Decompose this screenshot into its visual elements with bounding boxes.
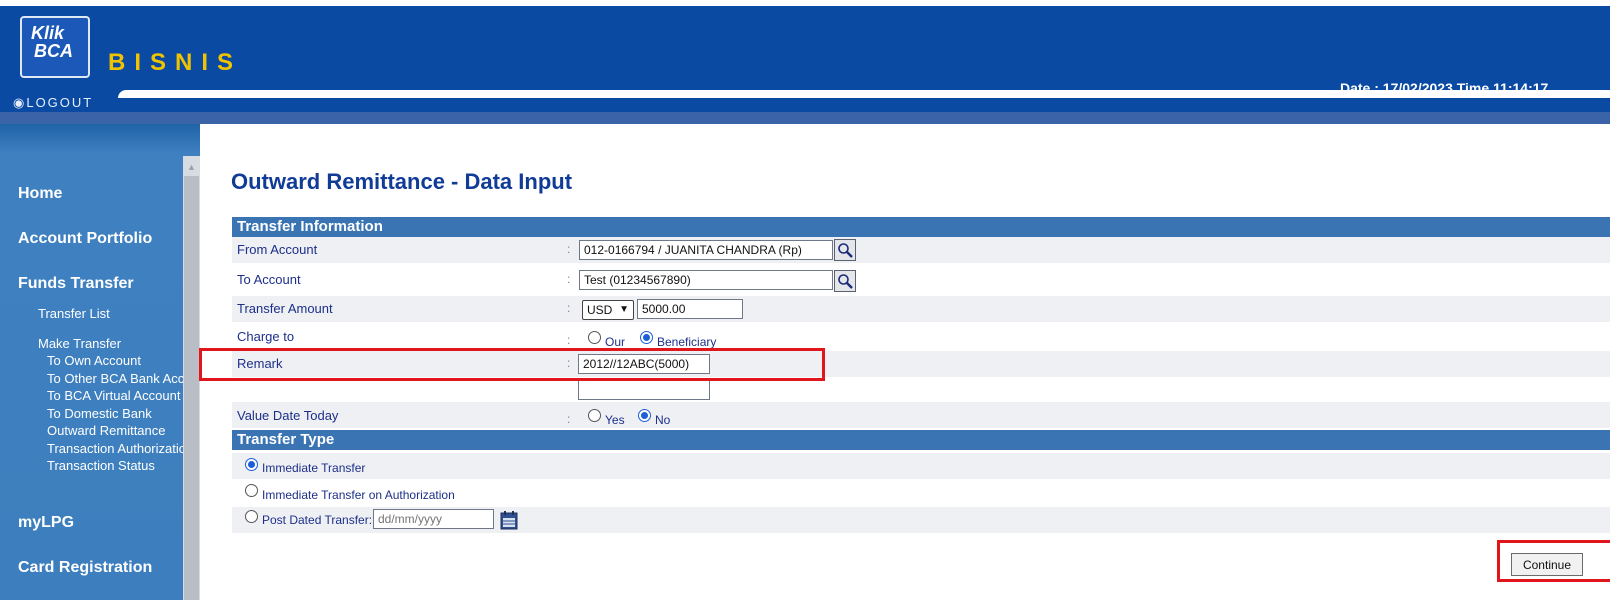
- sidebar-item-funds-transfer[interactable]: Funds Transfer: [18, 275, 134, 293]
- value-date-yes-radio[interactable]: [588, 409, 601, 422]
- separator: :: [567, 301, 571, 315]
- header-band: [0, 112, 1610, 124]
- transfer-amount-field[interactable]: 5000.00: [637, 299, 743, 319]
- separator: :: [567, 333, 571, 347]
- to-account-row: To Account :: [232, 267, 1610, 293]
- logout-link[interactable]: ◉LOGOUT: [13, 95, 93, 111]
- klikbca-logo: Klik BCA: [20, 16, 90, 78]
- scroll-up-icon[interactable]: ▲: [183, 160, 200, 174]
- charge-to-label: Charge to: [237, 329, 295, 344]
- charge-our-radio[interactable]: [588, 331, 601, 344]
- sidebar-item-transfer-list[interactable]: Transfer List: [38, 306, 110, 321]
- logout-label: LOGOUT: [26, 95, 94, 110]
- from-account-search-button[interactable]: [834, 239, 856, 261]
- charge-beneficiary-radio[interactable]: [640, 331, 653, 344]
- post-dated-radio[interactable]: [245, 510, 258, 523]
- scrollbar-thumb[interactable]: [184, 176, 199, 600]
- sidebar-item-to-bca-virtual[interactable]: To BCA Virtual Account: [47, 388, 183, 403]
- immediate-transfer-radio[interactable]: [245, 458, 258, 471]
- immediate-on-auth-radio[interactable]: [245, 484, 258, 497]
- value-date-label: Value Date Today: [237, 408, 339, 423]
- separator: :: [567, 242, 571, 256]
- to-account-label: To Account: [237, 272, 301, 287]
- logo-text-bca: BCA: [34, 41, 73, 61]
- transfer-amount-label: Transfer Amount: [237, 301, 333, 316]
- transfer-amount-row: Transfer Amount :: [232, 296, 1610, 322]
- sidebar-item-transaction-status[interactable]: Transaction Status: [47, 458, 183, 473]
- to-account-search-button[interactable]: [834, 270, 856, 292]
- remark-field-2[interactable]: [578, 380, 710, 400]
- post-dated-label: Post Dated Transfer:: [262, 513, 373, 527]
- sidebar: ▲ Home Account Portfolio Funds Transfer …: [0, 124, 200, 600]
- charge-our-label: Our: [605, 335, 626, 349]
- value-date-no-label: No: [655, 413, 671, 427]
- header-curve: [118, 90, 1610, 98]
- charge-to-row: Charge to :: [232, 324, 1610, 350]
- sidebar-item-make-transfer[interactable]: Make Transfer: [38, 336, 121, 351]
- logo-text-klik: Klik: [31, 23, 65, 43]
- immediate-on-auth-label: Immediate Transfer on Authorization: [262, 488, 455, 502]
- brand-title: BISNIS: [108, 49, 243, 76]
- sidebar-item-home[interactable]: Home: [18, 185, 62, 203]
- header-bar: Klik BCA BISNIS Date : 17/02/2023 Time 1…: [0, 6, 1610, 96]
- immediate-transfer-label: Immediate Transfer: [262, 461, 366, 475]
- sidebar-item-card-registration[interactable]: Card Registration: [18, 559, 152, 577]
- currency-select[interactable]: USD ▼: [582, 300, 634, 320]
- magnifier-icon: [838, 243, 853, 258]
- sidebar-item-mylpg[interactable]: myLPG: [18, 514, 74, 532]
- value-date-yes-label: Yes: [605, 413, 625, 427]
- sidebar-scrollbar[interactable]: ▲: [183, 156, 200, 600]
- magnifier-icon: [838, 274, 853, 289]
- sidebar-item-outward-remittance[interactable]: Outward Remittance: [47, 423, 183, 438]
- separator: :: [567, 412, 571, 426]
- power-icon: ◉: [13, 95, 27, 110]
- charge-beneficiary-label: Beneficiary: [657, 335, 717, 349]
- currency-value: USD: [587, 303, 613, 317]
- value-date-no-radio[interactable]: [638, 409, 651, 422]
- value-date-row: Value Date Today :: [232, 402, 1610, 428]
- transfer-information-heading: Transfer Information: [232, 217, 1610, 237]
- from-account-label: From Account: [237, 242, 318, 257]
- remark-highlight-box: [199, 348, 825, 381]
- sidebar-item-transaction-authorization[interactable]: Transaction Authorization: [47, 441, 183, 456]
- continue-button[interactable]: Continue: [1511, 553, 1583, 576]
- transfer-type-heading: Transfer Type: [232, 430, 1610, 450]
- from-account-row: From Account :: [232, 237, 1610, 263]
- post-dated-date-input[interactable]: [373, 509, 494, 529]
- separator: :: [567, 272, 571, 286]
- chevron-down-icon: ▼: [619, 304, 629, 315]
- sidebar-item-to-own-account[interactable]: To Own Account: [47, 353, 183, 368]
- from-account-field[interactable]: 012-0166794 / JUANITA CHANDRA (Rp): [579, 240, 833, 260]
- sidebar-item-account-portfolio[interactable]: Account Portfolio: [18, 230, 152, 248]
- page-title: Outward Remittance - Data Input: [231, 169, 573, 194]
- sidebar-item-to-domestic-bank[interactable]: To Domestic Bank: [47, 406, 183, 421]
- immediate-transfer-row: [232, 453, 1610, 479]
- sidebar-item-to-other-bca[interactable]: To Other BCA Bank Account: [47, 371, 183, 386]
- to-account-field[interactable]: Test (01234567890): [579, 270, 833, 290]
- calendar-icon[interactable]: [500, 510, 518, 530]
